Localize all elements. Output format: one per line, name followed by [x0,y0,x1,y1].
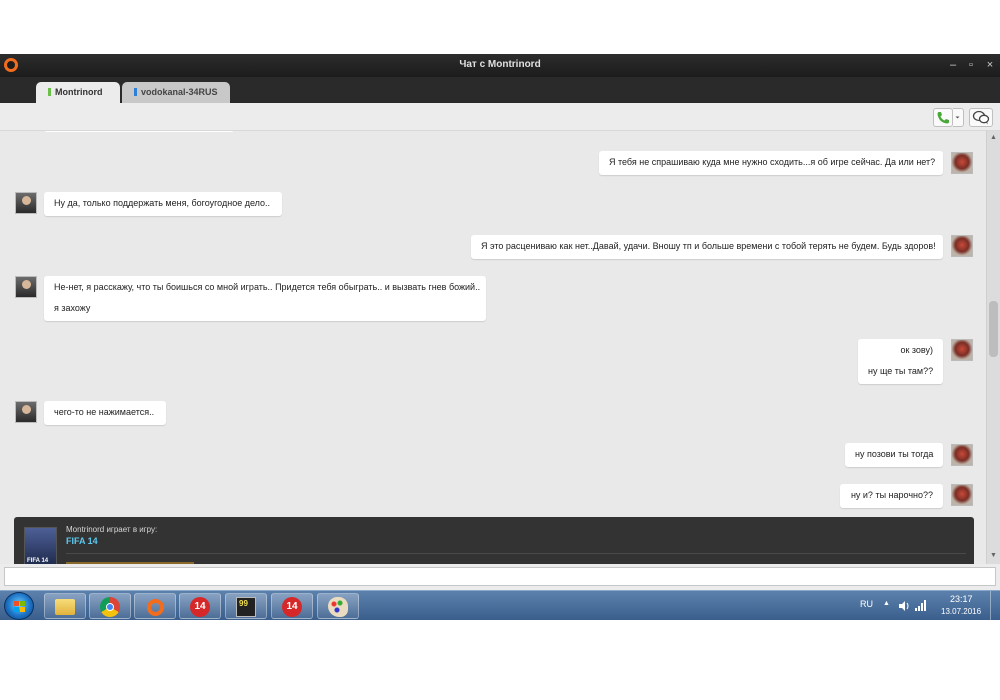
chat-scrollbar[interactable]: ▲ ▼ [986,131,1000,564]
message-text: Я это расцениваю как нет..Давай, удачи. … [481,241,936,251]
message-text: ок зову) [900,345,933,355]
scrollbar-thumb[interactable] [989,301,998,357]
window-title: Чат с Montrinord [459,59,541,70]
origin-icon [147,599,164,616]
scroll-down-arrow-icon[interactable]: ▼ [987,550,1000,562]
tab-bar: Montrinord vodokanal-34RUS [0,77,1000,103]
tab-montrinord[interactable]: Montrinord [36,82,120,103]
network-signal-icon[interactable] [914,599,928,612]
tab-label: Montrinord [55,87,103,97]
language-indicator[interactable]: RU [860,599,873,609]
tab-label: vodokanal-34RUS [141,87,218,97]
clock-time[interactable]: 23:17 [950,594,973,604]
show-desktop-button[interactable] [990,591,1000,621]
windows-taskbar: 14 99 14 RU ▲ 23:17 13.07.2016 [0,590,1000,621]
message-text: Не-нет, я расскажу, что ты боишься со мн… [54,282,481,292]
my-avatar[interactable] [951,484,973,506]
chevron-down-icon [955,116,960,119]
my-avatar[interactable] [951,339,973,361]
monitor-icon: 99 [236,597,256,617]
message-text: я захожу [54,303,91,313]
scroll-up-arrow-icon[interactable]: ▲ [987,132,1000,144]
taskbar-app-explorer[interactable] [44,593,86,619]
message-text: ну позови ты тогда [855,449,934,459]
message-bubble-outgoing: ок зову) ну ще ты там?? [858,339,943,384]
message-bubble-partial [44,131,234,132]
phone-icon [937,112,949,124]
message-input[interactable] [4,567,996,586]
divider [66,553,966,554]
minimize-button[interactable]: – [945,57,961,73]
message-text: ну ще ты там?? [868,366,934,376]
restore-button[interactable]: ▫ [963,57,979,73]
call-options-dropdown[interactable] [953,108,964,127]
windows-logo-icon [14,601,26,613]
my-avatar[interactable] [951,444,973,466]
message-text: Я тебя не спрашиваю куда мне нужно сходи… [609,157,936,167]
chat-history[interactable]: Я тебя не спрашиваю куда мне нужно сходи… [0,131,986,564]
paint-icon [328,597,348,617]
taskbar-app-fifa14[interactable]: 14 [179,593,221,619]
taskbar-app-paint[interactable] [317,593,359,619]
message-bubble-incoming: Не-нет, я расскажу, что ты боишься со мн… [44,276,486,321]
chat-options-button[interactable] [969,108,993,127]
taskbar-app-fifa14-2[interactable]: 14 [271,593,313,619]
taskbar-app-origin[interactable] [134,593,176,619]
contact-avatar[interactable] [15,401,37,423]
taskbar-app-monitor[interactable]: 99 [225,593,267,619]
chat-toolbar [0,103,1000,131]
message-text: чего-то не нажимается.. [54,407,155,417]
start-button[interactable] [4,592,34,620]
message-bubble-outgoing: Я тебя не спрашиваю куда мне нужно сходи… [599,151,943,175]
message-text: Ну да, только поддержать меня, богоугодн… [54,198,271,208]
tab-vodokanal[interactable]: vodokanal-34RUS [122,82,230,103]
taskbar-app-chrome[interactable] [89,593,131,619]
contact-avatar[interactable] [15,276,37,298]
online-status-icon [48,88,51,96]
game-name-link[interactable]: FIFA 14 [66,536,98,546]
title-bar: Чат с Montrinord – ▫ × [0,54,1000,77]
message-input-area [0,564,1000,590]
my-avatar[interactable] [951,152,973,174]
message-bubble-outgoing: ну и? ты нарочно?? [840,484,943,508]
folder-icon [55,599,75,615]
fifa14-icon-2: 14 [282,597,302,617]
chat-bubbles-icon [972,110,990,125]
contact-avatar[interactable] [15,192,37,214]
tray-expand-icon[interactable]: ▲ [883,600,890,607]
clock-date[interactable]: 13.07.2016 [941,607,981,616]
message-text: ну и? ты нарочно?? [850,490,933,500]
message-bubble-outgoing: ну позови ты тогда [845,443,943,467]
message-bubble-incoming: чего-то не нажимается.. [44,401,166,425]
fifa14-icon: 14 [190,597,210,617]
screen: Чат с Montrinord – ▫ × Montrinord vodoka… [0,0,1000,700]
my-avatar[interactable] [951,235,973,257]
message-bubble-incoming: Ну да, только поддержать меня, богоугодн… [44,192,282,216]
volume-icon[interactable] [898,600,912,612]
game-activity-card[interactable]: FIFA 14 Montrinord играет в игру: FIFA 1… [14,517,974,564]
message-bubble-outgoing: Я это расцениваю как нет..Давай, удачи. … [471,235,943,259]
call-button[interactable] [933,108,953,127]
online-status-icon [134,88,137,96]
game-activity-text: Montrinord играет в игру: [66,525,158,534]
close-button[interactable]: × [982,57,998,73]
game-cover-image[interactable]: FIFA 14 [24,527,57,564]
chrome-icon [100,597,120,617]
